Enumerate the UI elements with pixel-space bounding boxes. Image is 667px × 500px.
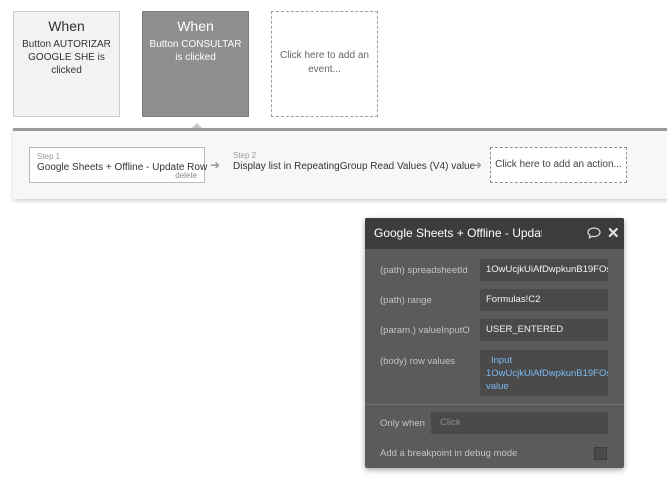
range-label: (path) range [380, 295, 432, 306]
event-card-autorizar[interactable]: When Button AUTORIZAR GOOGLE SHE is clic… [13, 11, 120, 117]
property-editor-panel: Google Sheets + Offline - Update R ✕ (pa… [365, 218, 624, 468]
close-icon[interactable]: ✕ [607, 224, 620, 242]
workflow-step-1[interactable]: Step 1 Google Sheets + Offline - Update … [29, 147, 207, 183]
delete-step-link[interactable]: delete [175, 171, 197, 180]
add-event-label: Click here to add an event... [280, 50, 369, 75]
workflow-bar: Step 1 Google Sheets + Offline - Update … [13, 128, 667, 199]
row-values-line: Input [491, 355, 513, 366]
range-input[interactable]: Formulas!C2 [480, 289, 608, 311]
breakpoint-checkbox[interactable] [594, 447, 607, 460]
row-values-label: (body) row values [380, 356, 455, 367]
breakpoint-label: Add a breakpoint in debug mode [380, 448, 518, 459]
step-number: Step 1 [37, 152, 61, 161]
comment-icon[interactable] [587, 227, 601, 239]
event-description: Button CONSULTAR is clicked [149, 39, 242, 63]
event-when-label: When [177, 18, 214, 34]
add-action-button[interactable]: Click here to add an action... [490, 147, 627, 183]
event-when-label: When [48, 18, 85, 34]
event-card-consultar[interactable]: When Button CONSULTAR is clicked [142, 11, 249, 117]
row-values-line: value [486, 381, 509, 392]
arrow-right-icon: ➜ [210, 158, 221, 172]
only-when-label: Only when [380, 418, 425, 429]
step-title: Display list in RepeatingGroup Read Valu… [233, 161, 476, 172]
workflow-step-2[interactable]: Step 2 Display list in RepeatingGroup Re… [232, 147, 475, 183]
value-input-option-input[interactable]: USER_ENTERED [480, 319, 608, 341]
spreadsheet-id-label: (path) spreadsheetId [380, 265, 468, 276]
event-description: Button AUTORIZAR GOOGLE SHE is clicked [22, 39, 111, 76]
value-input-option-label: (param.) valueInputO [380, 325, 470, 336]
spreadsheet-id-input[interactable]: 1OwUcjkUiAfDwpkunB19FOshLM [480, 259, 608, 281]
arrow-right-icon: ➜ [472, 158, 483, 172]
add-event-card[interactable]: Click here to add an event... [271, 11, 378, 117]
only-when-input[interactable]: Click [431, 412, 608, 434]
step-number: Step 2 [233, 151, 257, 160]
panel-title: Google Sheets + Offline - Update R [374, 226, 542, 240]
row-values-expression[interactable]: Input 1OwUcjkUiAfDwpkunB19FOshLM value [480, 350, 608, 396]
panel-header: Google Sheets + Offline - Update R ✕ [365, 218, 624, 249]
row-values-line: 1OwUcjkUiAfDwpkunB19FOshLM [486, 368, 608, 379]
panel-divider [365, 404, 624, 405]
